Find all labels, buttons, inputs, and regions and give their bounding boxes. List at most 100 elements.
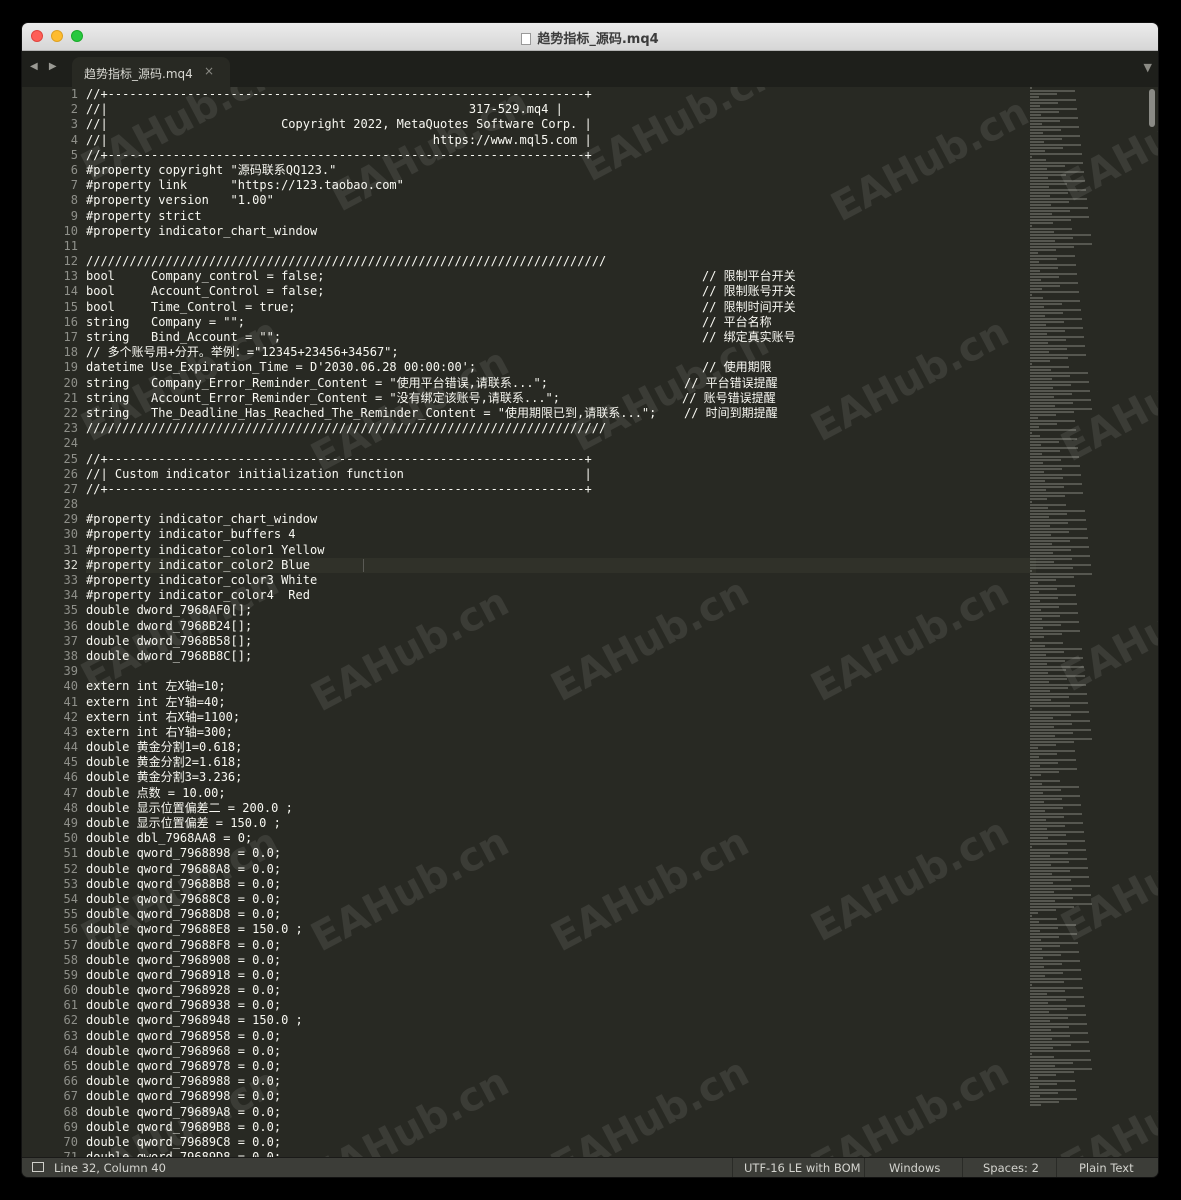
- code-line[interactable]: #property indicator_chart_window: [86, 512, 1036, 527]
- code-line[interactable]: #property indicator_color2 Blue: [86, 557, 1036, 573]
- tab-menu-icon[interactable]: ▼: [1144, 61, 1152, 74]
- code-line[interactable]: double dword_7968AF0[];: [86, 603, 1036, 618]
- code-line[interactable]: double qword_7968978 = 0.0;: [86, 1059, 1036, 1074]
- minimap-line: [1030, 951, 1079, 953]
- code-line[interactable]: double qword_79688E8 = 150.0 ;: [86, 922, 1036, 937]
- code-line[interactable]: double qword_7968918 = 0.0;: [86, 968, 1036, 983]
- code-text: //| Custom indicator initialization func…: [86, 466, 592, 481]
- code-line[interactable]: //| Custom indicator initialization func…: [86, 467, 1036, 482]
- code-line[interactable]: ////////////////////////////////////////…: [86, 421, 1036, 436]
- code-line[interactable]: string Account_Error_Reminder_Content = …: [86, 391, 1036, 406]
- code-line[interactable]: double 黄金分割3=3.236;: [86, 770, 1036, 785]
- code-line[interactable]: double qword_7968988 = 0.0;: [86, 1074, 1036, 1089]
- code-line[interactable]: double qword_7968968 = 0.0;: [86, 1044, 1036, 1059]
- panel-toggle-icon[interactable]: [32, 1162, 44, 1172]
- code-line[interactable]: double 显示位置偏差 = 150.0 ;: [86, 816, 1036, 831]
- code-line[interactable]: #property link "https://123.taobao.com": [86, 178, 1036, 193]
- minimap-line: [1030, 306, 1044, 308]
- code-line[interactable]: //| 317-529.mq4 |: [86, 102, 1036, 117]
- encoding-selector[interactable]: UTF-16 LE with BOM: [744, 1161, 861, 1175]
- code-line[interactable]: [86, 664, 1036, 679]
- code-line[interactable]: double qword_79688D8 = 0.0;: [86, 907, 1036, 922]
- code-line[interactable]: #property version "1.00": [86, 193, 1036, 208]
- code-line[interactable]: double qword_7968938 = 0.0;: [86, 998, 1036, 1013]
- code-line[interactable]: double qword_79688B8 = 0.0;: [86, 877, 1036, 892]
- code-line[interactable]: double 黄金分割1=0.618;: [86, 740, 1036, 755]
- code-line[interactable]: double dword_7968B58[];: [86, 634, 1036, 649]
- code-line[interactable]: ////////////////////////////////////////…: [86, 254, 1036, 269]
- code-line[interactable]: double qword_7968948 = 150.0 ;: [86, 1013, 1036, 1028]
- code-line[interactable]: double qword_79689D8 = 0.0;: [86, 1150, 1036, 1157]
- code-line[interactable]: bool Company_control = false; // 限制平台开关: [86, 269, 1036, 284]
- code-line[interactable]: //| https://www.mql5.com |: [86, 133, 1036, 148]
- code-line[interactable]: extern int 左X轴=10;: [86, 679, 1036, 694]
- code-line[interactable]: double 显示位置偏差二 = 200.0 ;: [86, 801, 1036, 816]
- code-line[interactable]: #property copyright "源码联系QQ123.": [86, 163, 1036, 178]
- code-line[interactable]: double qword_79688A8 = 0.0;: [86, 862, 1036, 877]
- code-line[interactable]: double qword_7968898 = 0.0;: [86, 846, 1036, 861]
- syntax-selector[interactable]: Plain Text: [1079, 1161, 1134, 1175]
- minimap-line: [1030, 243, 1092, 245]
- code-line[interactable]: string The_Deadline_Has_Reached_The_Remi…: [86, 406, 1036, 421]
- code-line[interactable]: double qword_79689A8 = 0.0;: [86, 1105, 1036, 1120]
- code-line[interactable]: [86, 436, 1036, 451]
- minimap-line: [1030, 966, 1044, 968]
- code-line[interactable]: #property indicator_chart_window: [86, 224, 1036, 239]
- minimap-line: [1030, 948, 1042, 950]
- minimap[interactable]: [1030, 87, 1124, 1157]
- code-line[interactable]: double 点数 = 10.00;: [86, 786, 1036, 801]
- code-line[interactable]: double 黄金分割2=1.618;: [86, 755, 1036, 770]
- code-line[interactable]: bool Account_Control = false; // 限制账号开关: [86, 284, 1036, 299]
- code-line[interactable]: //+-------------------------------------…: [86, 148, 1036, 163]
- code-line[interactable]: //+-------------------------------------…: [86, 452, 1036, 467]
- code-line[interactable]: double qword_79688C8 = 0.0;: [86, 892, 1036, 907]
- minimap-line: [1030, 882, 1053, 884]
- minimap-line: [1030, 384, 1071, 386]
- minimap-line: [1030, 837, 1048, 839]
- minimap-line: [1030, 795, 1080, 797]
- code-line[interactable]: extern int 右X轴=1100;: [86, 710, 1036, 725]
- code-line[interactable]: #property strict: [86, 209, 1036, 224]
- code-line[interactable]: double qword_79689B8 = 0.0;: [86, 1120, 1036, 1135]
- code-line[interactable]: double qword_7968958 = 0.0;: [86, 1029, 1036, 1044]
- code-line[interactable]: double qword_7968928 = 0.0;: [86, 983, 1036, 998]
- code-line[interactable]: double qword_79688F8 = 0.0;: [86, 938, 1036, 953]
- code-line[interactable]: extern int 左Y轴=40;: [86, 695, 1036, 710]
- code-line[interactable]: double qword_79689C8 = 0.0;: [86, 1135, 1036, 1150]
- code-line[interactable]: // 多个账号用+分开。举例：="12345+23456+34567";: [86, 345, 1036, 360]
- code-line[interactable]: string Company = ""; // 平台名称: [86, 315, 1036, 330]
- code-line[interactable]: //+-------------------------------------…: [86, 87, 1036, 102]
- code-line[interactable]: //| Copyright 2022, MetaQuotes Software …: [86, 117, 1036, 132]
- line-number: 29: [63, 512, 78, 527]
- code-editor[interactable]: 1 2 3 4 5 6 7 8 9 10 11 12 13 14 15 16 17 18 19 20 21 22 23 24 2…: [22, 87, 1158, 1157]
- tab-nav-arrows-icon[interactable]: ◀ ▶: [30, 61, 61, 72]
- code-line[interactable]: [86, 497, 1036, 512]
- code-line[interactable]: #property indicator_color4 Red: [86, 588, 1036, 603]
- vertical-scrollbar[interactable]: [1149, 89, 1155, 127]
- code-line[interactable]: double dbl_7968AA8 = 0;: [86, 831, 1036, 846]
- code-area[interactable]: //+-------------------------------------…: [86, 87, 1036, 1157]
- code-line[interactable]: string Company_Error_Reminder_Content = …: [86, 376, 1036, 391]
- code-line[interactable]: extern int 右Y轴=300;: [86, 725, 1036, 740]
- minimap-line: [1030, 186, 1049, 188]
- minimap-line: [1030, 462, 1043, 464]
- code-line[interactable]: #property indicator_buffers 4: [86, 527, 1036, 542]
- tab-file[interactable]: 趋势指标_源码.mq4 ×: [72, 57, 230, 87]
- code-line[interactable]: double dword_7968B24[];: [86, 619, 1036, 634]
- code-line[interactable]: #property indicator_color3 White: [86, 573, 1036, 588]
- code-line[interactable]: #property indicator_color1 Yellow: [86, 543, 1036, 558]
- line-number: 17: [63, 330, 78, 344]
- code-line[interactable]: bool Time_Control = true; // 限制时间开关: [86, 300, 1036, 315]
- line-endings-selector[interactable]: Windows: [889, 1161, 940, 1175]
- code-line[interactable]: //+-------------------------------------…: [86, 482, 1036, 497]
- code-line[interactable]: double qword_7968998 = 0.0;: [86, 1089, 1036, 1104]
- indentation-selector[interactable]: Spaces: 2: [983, 1161, 1039, 1175]
- code-line[interactable]: datetime Use_Expiration_Time = D'2030.06…: [86, 360, 1036, 375]
- code-line[interactable]: [86, 239, 1036, 254]
- tab-close-icon[interactable]: ×: [204, 64, 214, 78]
- minimap-line: [1030, 735, 1055, 737]
- code-line[interactable]: double qword_7968908 = 0.0;: [86, 953, 1036, 968]
- code-line[interactable]: string Bind_Account = ""; // 绑定真实账号: [86, 330, 1036, 345]
- minimap-line: [1030, 801, 1044, 803]
- code-line[interactable]: double dword_7968B8C[];: [86, 649, 1036, 664]
